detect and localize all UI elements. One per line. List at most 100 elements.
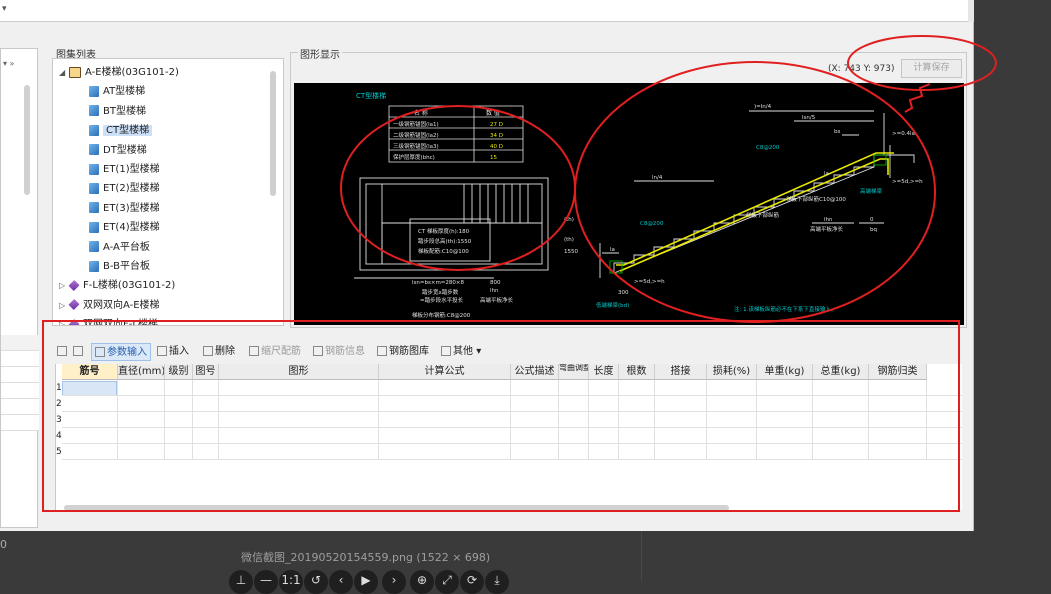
viewer-control-button[interactable]: —	[254, 570, 278, 594]
elev-dim: la	[824, 171, 829, 177]
expander-icon[interactable]: ◢	[59, 63, 69, 82]
left-row[interactable]	[1, 383, 39, 399]
page-icon	[89, 182, 99, 194]
annotation-rectangle	[42, 320, 960, 512]
left-row[interactable]	[1, 399, 39, 415]
tree-item[interactable]: A-A平台板	[89, 238, 150, 257]
table-cell: 40 D	[490, 144, 503, 150]
stack-icon	[68, 299, 80, 311]
tree-item-label: A-E楼梯(03G101-2)	[85, 67, 179, 78]
drawing-title: CT型楼梯	[356, 91, 386, 100]
tree-item-label: 双网双向A-E楼梯	[83, 299, 160, 311]
plan-step-note: 踏步宽x踏步数	[422, 288, 459, 296]
tree-item[interactable]: ◢ A-E楼梯(03G101-2)	[59, 63, 179, 82]
page-icon	[89, 221, 99, 233]
elev-beam-label: 高端梯梁	[860, 187, 883, 195]
elev-dim: la	[610, 247, 615, 253]
expander-icon[interactable]: ▷	[59, 296, 69, 315]
page-icon	[89, 241, 99, 253]
table-cell: 15	[490, 155, 497, 161]
table-cell: 保护层厚度(bhc)	[393, 153, 435, 161]
tree-item[interactable]: DT型楼梯	[89, 141, 147, 160]
plan-dist-label: 梯板分布钢筋:C8@200	[412, 311, 471, 319]
side-label: 1550	[564, 249, 578, 255]
elev-rebar-label: C8@200	[640, 221, 664, 227]
page-icon	[89, 260, 99, 272]
elev-dim: ln/4	[652, 175, 663, 181]
elev-note: 梯板下部纵筋	[746, 211, 780, 219]
table-cell: 34 D	[490, 133, 503, 139]
page-icon	[89, 163, 99, 175]
tree-item-label: ET(1)型楼梯	[103, 164, 160, 175]
stack-icon	[68, 279, 80, 291]
image-caption: 微信截图_20190520154559.png (1522 × 698)	[241, 551, 491, 564]
viewer-control-button[interactable]: ▶	[354, 570, 378, 594]
left-panel-collapse-icon[interactable]: ▾ »	[3, 59, 14, 68]
viewer-control-button[interactable]: ⟳	[460, 570, 484, 594]
viewer-control-button[interactable]: ‹	[329, 570, 353, 594]
plan-note: 梯板配筋:C10@100	[418, 247, 469, 255]
rebar-lines	[616, 152, 894, 272]
viewer-control-button[interactable]: ⤢	[435, 570, 459, 594]
left-row[interactable]	[1, 351, 39, 367]
left-row[interactable]	[1, 335, 39, 351]
elev-rebar-label: C8@200	[756, 145, 780, 151]
plan-side-value: lhn	[490, 288, 499, 294]
tree-item[interactable]: ▷ 双网双向A-E楼梯	[59, 296, 160, 315]
elev-dim: 0	[870, 217, 874, 223]
tree-item[interactable]: ▷ F-L楼梯(03G101-2)	[59, 276, 175, 295]
graphics-display-label: 图形显示	[298, 46, 342, 61]
table-cell: 二级钢筋锚固(la2)	[393, 131, 439, 139]
elev-note: 梯板下部纵筋C10@100	[786, 195, 846, 203]
drawing-note: 注: 1.该梯板纵筋必不在下系下直接输入。	[734, 305, 836, 313]
top-bar: ▾	[0, 0, 974, 22]
tree-item[interactable]: ET(4)型楼梯	[89, 218, 160, 237]
plan-bottom-label: lsn=bs×m=280×8	[412, 280, 465, 286]
elev-dim: >=0.4la	[892, 131, 915, 137]
table-cell: 27 D	[490, 122, 503, 128]
tree-item[interactable]: ET(2)型楼梯	[89, 179, 160, 198]
atlas-tree: ◢ A-E楼梯(03G101-2) AT型楼梯 BT型楼梯 CT型楼梯 DT型楼梯 ET(1…	[52, 58, 284, 326]
table-cell: 三级钢筋锚固(la3)	[393, 142, 439, 150]
cad-canvas[interactable]: CT型楼梯 名 称 数 值 一级钢筋锚固(la1) 27 D 二级钢筋锚固(la…	[294, 83, 964, 325]
top-dropdown-icon[interactable]: ▾	[2, 4, 7, 14]
elev-dim: bq	[870, 227, 877, 233]
tree-item[interactable]: BT型楼梯	[89, 102, 146, 121]
tree-item[interactable]: ET(3)型楼梯	[89, 199, 160, 218]
plan-step-note: =踏步段水平投长	[420, 296, 464, 304]
left-panel: ▾ »	[0, 48, 39, 528]
elev-dim: lhn	[824, 217, 833, 223]
elev-dim: lsn/5	[802, 115, 816, 121]
atlas-tree-scrollbar[interactable]	[270, 71, 276, 196]
tree-item[interactable]: B-B平台板	[89, 257, 150, 276]
tree-item[interactable]: ET(1)型楼梯	[89, 160, 160, 179]
viewer-control-button[interactable]: ⤓	[485, 570, 509, 594]
tree-item-label: B-B平台板	[103, 261, 150, 272]
tree-item-label: F-L楼梯(03G101-2)	[83, 280, 176, 292]
coordinate-readout: (X: 743 Y: 973)	[828, 64, 895, 74]
tree-item-label: ET(2)型楼梯	[103, 183, 160, 195]
page-icon	[89, 124, 99, 136]
viewer-control-button[interactable]: 1:1	[279, 570, 303, 594]
plan-side-value: 800	[490, 280, 501, 286]
viewer-control-button[interactable]: ⊥	[229, 570, 253, 594]
elev-dim: >=5d,>=h	[892, 179, 923, 185]
stair-plan	[354, 177, 549, 279]
left-bottom-number: 0	[0, 538, 7, 551]
plan-step-note: 高端平板净长	[480, 296, 514, 304]
viewer-divider	[641, 531, 642, 581]
viewer-control-button[interactable]: ↺	[304, 570, 328, 594]
left-panel-rows	[1, 335, 39, 431]
viewer-control-button[interactable]: ›	[382, 570, 406, 594]
left-row[interactable]	[1, 415, 39, 431]
left-row[interactable]	[1, 367, 39, 383]
tree-item[interactable]: AT型楼梯	[89, 82, 145, 101]
elev-note: 高端平板净长	[810, 225, 844, 233]
page-icon	[89, 144, 99, 156]
viewer-control-button[interactable]: ⊕	[410, 570, 434, 594]
expander-icon[interactable]: ▷	[59, 276, 69, 295]
table-cell: 一级钢筋锚固(la1)	[393, 120, 439, 128]
calc-save-button[interactable]: 计算保存	[901, 59, 962, 78]
left-panel-scrollbar[interactable]	[24, 85, 30, 195]
tree-item[interactable]: CT型楼梯	[89, 121, 153, 140]
